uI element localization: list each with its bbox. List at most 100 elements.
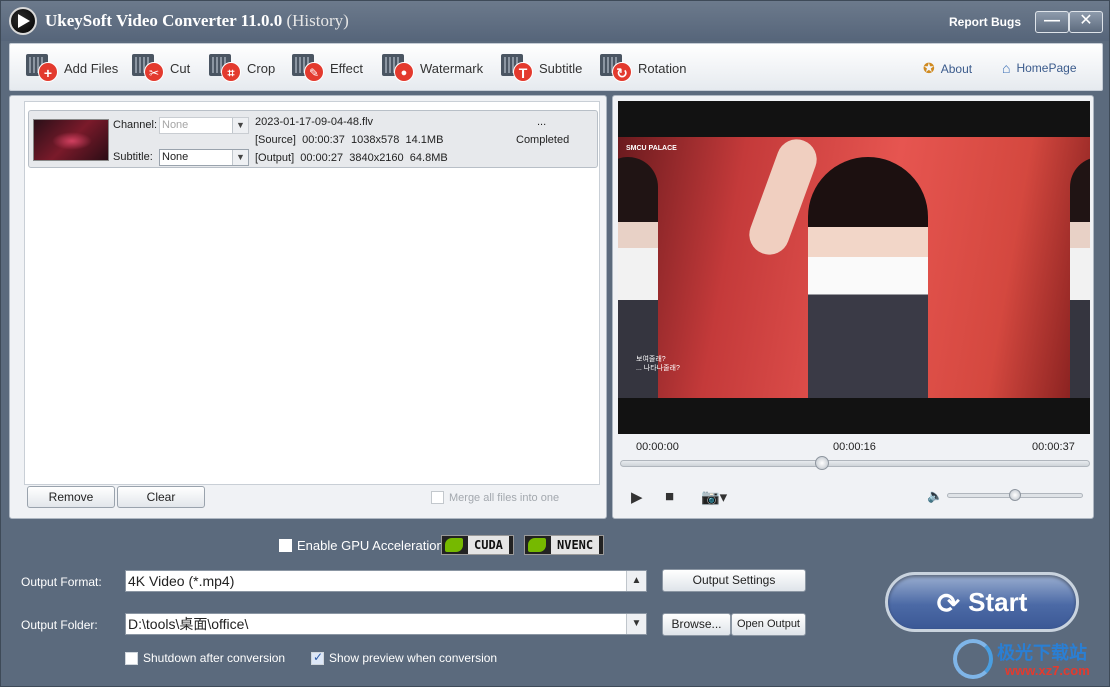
subtitle-button[interactable]: T Subtitle (501, 54, 582, 82)
volume-icon[interactable]: 🔈 (927, 488, 943, 504)
window-title-suffix: (History) (286, 11, 349, 30)
gpu-checkbox-box[interactable] (279, 539, 292, 552)
homepage-label: HomePage (1016, 61, 1077, 75)
gpu-acceleration-checkbox[interactable]: Enable GPU Acceleration (279, 538, 444, 553)
effect-button[interactable]: ✎ Effect (292, 54, 363, 82)
crop-button[interactable]: ⌗ Crop (209, 54, 275, 82)
rotation-button[interactable]: ↻ Rotation (600, 54, 686, 82)
magic-wand-icon: ✎ (292, 54, 326, 82)
chevron-down-icon: ▼ (626, 614, 646, 634)
output-settings-button[interactable]: Output Settings (662, 569, 806, 592)
add-icon: + (26, 54, 60, 82)
merge-checkbox[interactable]: Merge all files into one (431, 491, 559, 504)
channel-select-value: None (162, 119, 189, 131)
browse-button[interactable]: Browse... (662, 613, 731, 636)
chevron-down-icon: ▼ (232, 118, 248, 133)
chevron-down-icon: ▼ (232, 150, 248, 165)
output-format-label: Output Format: (21, 575, 102, 589)
cuda-badge: CUDA (441, 535, 514, 555)
preview-panel: SMCU PALACE 보여줄래? ... 나타나줄래? 00:00:00 00… (612, 95, 1094, 519)
output-format-select[interactable]: 4K Video (*.mp4) ▲ (125, 570, 647, 592)
cuda-label: CUDA (468, 536, 509, 554)
open-output-button[interactable]: Open Output (731, 613, 806, 636)
merge-checkbox-box[interactable] (431, 491, 444, 504)
show-preview-checkbox-box[interactable] (311, 650, 324, 665)
window-title-text: UkeySoft Video Converter 11.0.0 (45, 11, 283, 30)
cut-button[interactable]: ✂ Cut (132, 54, 190, 82)
source-duration: 00:00:37 (302, 134, 345, 146)
output-format-value: 4K Video (*.mp4) (128, 573, 235, 589)
status-text: Completed (516, 134, 570, 146)
more-options-button[interactable]: ... (537, 116, 546, 128)
file-list-panel: Channel: None ▼ Subtitle: None ▼ 2023-01… (9, 95, 607, 519)
shutdown-checkbox-box[interactable] (125, 651, 138, 665)
output-folder-value: D:\tools\桌面\office\ (128, 616, 249, 632)
shutdown-label: Shutdown after conversion (143, 651, 286, 665)
channel-select[interactable]: None ▼ (159, 117, 249, 134)
shutdown-checkbox[interactable]: Shutdown after conversion (125, 651, 285, 665)
watermark-label: Watermark (420, 60, 484, 76)
watermark-button[interactable]: ● Watermark (382, 54, 483, 82)
seek-handle[interactable] (815, 456, 830, 470)
start-button[interactable]: ⟳ Start (885, 572, 1079, 632)
time-end: 00:00:37 (1032, 441, 1075, 453)
toolbar: + Add Files ✂ Cut ⌗ Crop ✎ Effect ● Wate… (9, 43, 1103, 91)
output-folder-input[interactable]: D:\tools\桌面\office\ ▼ (125, 613, 647, 635)
dancer-center (808, 157, 928, 398)
crop-label: Crop (247, 60, 276, 76)
subtitle-select[interactable]: None ▼ (159, 149, 249, 166)
start-label: Start (968, 587, 1028, 617)
subtitle-select-value: None (162, 151, 189, 163)
show-preview-checkbox[interactable]: Show preview when conversion (311, 650, 498, 665)
source-size: 14.1MB (405, 134, 444, 146)
video-frame: SMCU PALACE 보여줄래? ... 나타나줄래? (618, 137, 1090, 398)
nvenc-badge: NVENC (524, 535, 605, 555)
video-overlay-title: SMCU PALACE (626, 145, 677, 152)
dancer-right (1070, 157, 1090, 398)
seek-bar[interactable] (620, 460, 1090, 467)
clear-button[interactable]: Clear (117, 486, 205, 508)
play-icon[interactable]: ▶ (631, 488, 643, 506)
source-tag: [Source] (255, 134, 296, 146)
drop-icon: ● (382, 54, 416, 82)
video-subtitle-line-1: 보여줄래? (636, 356, 666, 363)
minimize-button[interactable]: — (1035, 11, 1069, 33)
window-title: UkeySoft Video Converter 11.0.0 (History… (45, 11, 349, 31)
about-link[interactable]: ✪ About (923, 60, 972, 77)
crop-icon: ⌗ (209, 54, 243, 82)
show-preview-label: Show preview when conversion (329, 651, 498, 665)
output-duration: 00:00:27 (300, 152, 344, 164)
homepage-link[interactable]: ⌂ HomePage (1002, 60, 1077, 76)
video-preview: SMCU PALACE 보여줄래? ... 나타나줄래? (618, 101, 1090, 434)
channel-label: Channel: (113, 119, 158, 131)
site-watermark: 极光下载站 www.xz7.com (953, 637, 1103, 683)
subtitle-select-label: Subtitle: (113, 151, 153, 163)
time-current: 00:00:16 (833, 441, 876, 453)
add-files-label: Add Files (64, 60, 119, 76)
effect-label: Effect (330, 60, 364, 76)
refresh-icon: ⟳ (936, 588, 961, 620)
file-list-item[interactable]: Channel: None ▼ Subtitle: None ▼ 2023-01… (28, 110, 598, 168)
output-folder-label: Output Folder: (21, 618, 98, 632)
snapshot-camera-icon[interactable]: 📷▾ (701, 488, 727, 506)
report-bugs-link[interactable]: Report Bugs (949, 15, 1021, 29)
add-files-button[interactable]: + Add Files (26, 54, 118, 82)
cut-label: Cut (170, 60, 191, 76)
stop-icon[interactable]: ■ (665, 488, 674, 505)
chevron-up-icon: ▲ (626, 571, 646, 591)
close-button[interactable]: ✕ (1069, 11, 1103, 33)
watermark-logo-icon (953, 639, 993, 679)
video-subtitle: 보여줄래? ... 나타나줄래? (636, 355, 680, 373)
medal-icon: ✪ (923, 60, 935, 76)
app-window: UkeySoft Video Converter 11.0.0 (History… (0, 0, 1110, 687)
watermark-url: www.xz7.com (1005, 663, 1090, 678)
home-icon: ⌂ (1002, 60, 1011, 76)
source-resolution: 1038x578 (351, 134, 400, 146)
watermark-text: 极光下载站 (997, 643, 1087, 663)
volume-handle[interactable] (1009, 489, 1021, 501)
output-size: 64.8MB (409, 152, 448, 164)
remove-button[interactable]: Remove (27, 486, 115, 508)
file-list: Channel: None ▼ Subtitle: None ▼ 2023-01… (24, 101, 600, 485)
video-thumbnail (33, 119, 109, 161)
title-bar: UkeySoft Video Converter 11.0.0 (History… (1, 1, 1109, 41)
